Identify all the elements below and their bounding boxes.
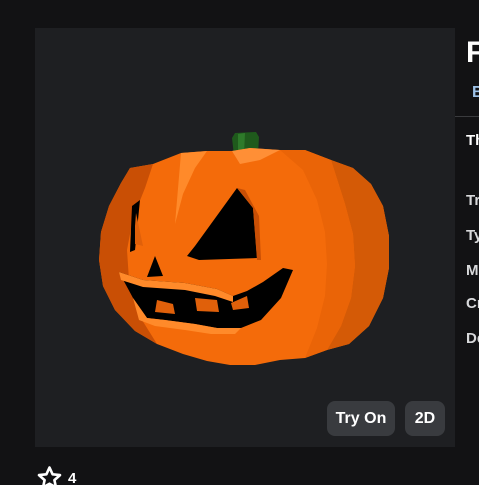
star-icon (37, 466, 62, 485)
pumpkin-model[interactable] (35, 28, 455, 447)
try-on-button[interactable]: Try On (327, 401, 395, 436)
favorite-count: 4 (68, 469, 77, 485)
item-creator-link[interactable]: B (472, 84, 479, 102)
item-page: Try On 2D F B Th Tr Ty M Cr De 4 (0, 0, 479, 485)
detail-label-trade: Tr (466, 192, 479, 209)
favorite-button[interactable]: 4 (37, 466, 76, 485)
item-description-text: Th (466, 132, 479, 149)
item-title: F (466, 36, 479, 69)
detail-label-type: Ty (466, 227, 479, 244)
item-details-panel: F B Th Tr Ty M Cr De (455, 28, 479, 447)
detail-label-created: Cr (466, 295, 479, 312)
view-2d-button[interactable]: 2D (405, 401, 445, 436)
detail-label-description: De (466, 330, 479, 347)
detail-label-m: M (466, 262, 479, 279)
item-3d-viewer[interactable]: Try On 2D (35, 28, 455, 447)
details-divider (455, 116, 479, 117)
